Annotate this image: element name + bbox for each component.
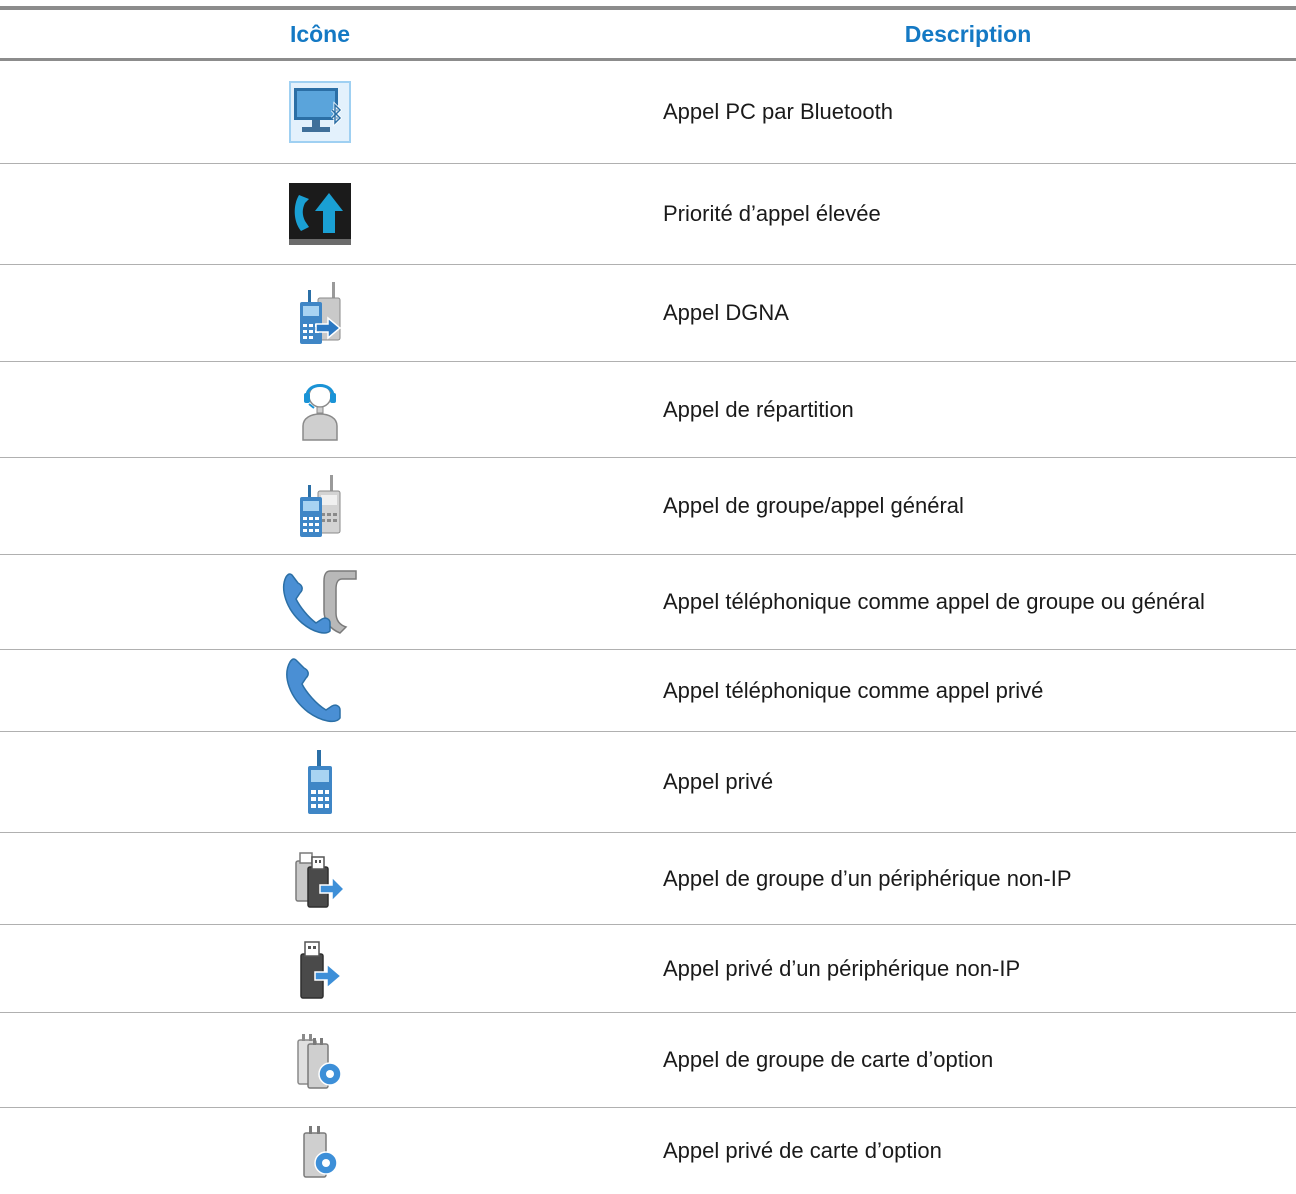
row-description: Appel de groupe d’un périphérique non-IP <box>663 865 1072 891</box>
table-row: Appel de groupe de carte d’option <box>0 1013 1296 1108</box>
row-description: Priorité d’appel élevée <box>663 201 881 226</box>
option-board-private-call-icon <box>303 1126 338 1178</box>
row-description: Appel DGNA <box>663 300 789 325</box>
phone-group-call-icon <box>282 570 357 634</box>
table-row: Appel de groupe d’un périphérique non-IP <box>0 833 1296 925</box>
dgna-call-icon <box>300 282 342 344</box>
row-description: Appel téléphonique comme appel de groupe… <box>663 589 1205 614</box>
row-description: Appel de répartition <box>663 396 854 422</box>
table-row: Appel de répartition <box>0 362 1296 458</box>
row-description: Appel de groupe de carte d’option <box>663 1047 994 1072</box>
non-ip-private-call-icon <box>300 940 343 999</box>
row-description: Appel privé d’un périphérique non-IP <box>663 955 1021 981</box>
table-row: Appel DGNA <box>0 265 1296 362</box>
dispatch-call-icon <box>302 383 338 441</box>
table-row: Appel privé de carte d’option <box>0 1108 1296 1194</box>
table-row: Appel privé d’un périphérique non-IP <box>0 925 1296 1013</box>
private-call-icon <box>308 750 332 814</box>
non-ip-group-call-icon <box>295 851 346 908</box>
table-row: Appel téléphonique comme appel privé <box>0 650 1296 732</box>
table-row: Appel PC par Bluetooth <box>0 61 1296 164</box>
table-row: Priorité d’appel élevée <box>0 164 1296 265</box>
table-header: Icône Description <box>0 10 1296 58</box>
row-description: Appel de groupe/appel général <box>663 493 964 518</box>
header-description-column: Description <box>904 20 1032 47</box>
row-description: Appel PC par Bluetooth <box>663 99 893 124</box>
option-board-group-call-icon <box>297 1034 342 1089</box>
table-row: Appel téléphonique comme appel de groupe… <box>0 555 1296 650</box>
row-description: Appel téléphonique comme appel privé <box>663 677 1044 703</box>
table-row: Appel de groupe/appel général <box>0 458 1296 555</box>
row-description: Appel privé <box>663 769 774 794</box>
row-description: Appel privé de carte d’option <box>663 1138 942 1163</box>
group-call-icon <box>300 475 341 537</box>
bluetooth-pc-icon <box>289 81 351 143</box>
high-priority-call-icon <box>289 183 351 245</box>
icon-table: Icône Description Appel PC par Bluetooth <box>0 0 1296 1194</box>
header-icon-column: Icône <box>289 20 351 47</box>
phone-private-call-icon <box>286 657 341 722</box>
table-row: Appel privé <box>0 732 1296 833</box>
